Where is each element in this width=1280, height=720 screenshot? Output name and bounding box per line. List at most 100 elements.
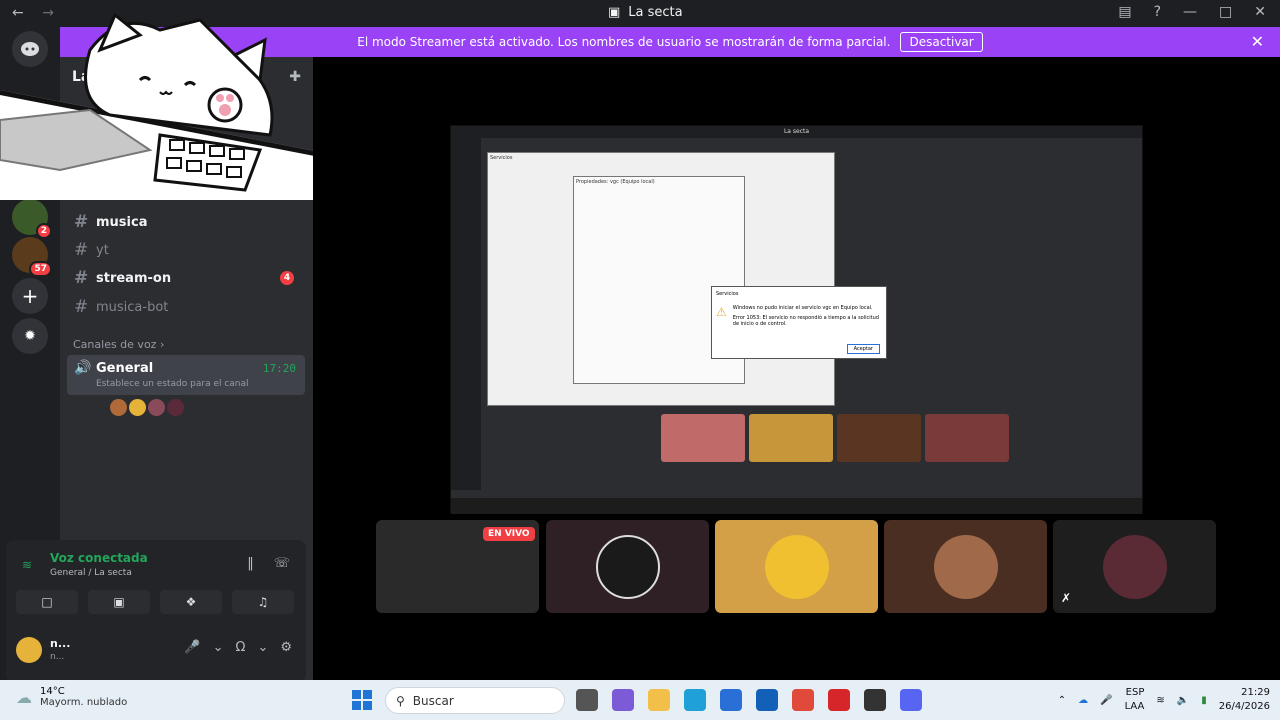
gear-icon[interactable]: ⚙ bbox=[280, 640, 292, 655]
headphones-icon[interactable]: Ω bbox=[236, 640, 246, 655]
warning-icon: ⚠ bbox=[716, 305, 727, 319]
user-row: n... n... 🎤 ⌄ Ω ⌄ ⚙ bbox=[16, 634, 306, 668]
avatar[interactable] bbox=[16, 637, 42, 663]
participant-tile-stream[interactable]: EN VIVO bbox=[376, 520, 539, 613]
search-box[interactable]: ⚲ Buscar bbox=[385, 687, 565, 714]
avatar bbox=[764, 534, 829, 599]
avatar[interactable] bbox=[110, 399, 127, 416]
add-server-icon[interactable]: + bbox=[12, 278, 48, 314]
search-placeholder: Buscar bbox=[412, 693, 454, 708]
battery-icon[interactable]: ▮ bbox=[1201, 695, 1207, 706]
disconnect-icon[interactable]: ☏ bbox=[274, 556, 290, 571]
help-icon[interactable]: ? bbox=[1154, 4, 1161, 20]
minimize-icon[interactable]: — bbox=[1183, 4, 1197, 20]
signal-icon[interactable]: ≋ bbox=[22, 558, 32, 572]
close-icon[interactable]: ✕ bbox=[1251, 32, 1264, 51]
taskbar-apps bbox=[576, 689, 922, 711]
microphone-icon[interactable]: 🎤 bbox=[1100, 695, 1112, 706]
channel-yt[interactable]: # yt bbox=[74, 238, 304, 262]
edge-icon[interactable] bbox=[684, 689, 706, 711]
volume-icon[interactable]: 🔈 bbox=[1177, 695, 1189, 706]
window-title: ▣ La secta bbox=[608, 5, 683, 20]
date: 26/4/2026 bbox=[1218, 701, 1270, 712]
channel-label: stream-on bbox=[96, 270, 172, 286]
stream-taskbar bbox=[451, 498, 1142, 514]
task-view-icon[interactable] bbox=[576, 689, 598, 711]
server-icon[interactable]: 2 bbox=[12, 199, 52, 239]
store-icon[interactable] bbox=[720, 689, 742, 711]
avatar[interactable] bbox=[148, 399, 165, 416]
channel-status-input[interactable]: Establece un estado para el canal bbox=[96, 379, 249, 389]
server-icon[interactable]: 57 bbox=[12, 237, 52, 277]
participant-tile[interactable] bbox=[546, 520, 709, 613]
voice-actions: ‖ ☏ bbox=[247, 556, 290, 571]
bongo-cat-image bbox=[0, 12, 335, 200]
stream-tiles bbox=[661, 414, 1009, 462]
user-panel: ≋ Voz conectada General / La secta ‖ ☏ □… bbox=[6, 540, 306, 682]
participant-tile[interactable] bbox=[884, 520, 1047, 613]
deactivate-button[interactable]: Desactivar bbox=[900, 32, 983, 52]
streamer-message: El modo Streamer está activado. Los nomb… bbox=[357, 35, 891, 49]
username[interactable]: n... bbox=[50, 637, 70, 650]
chrome-icon[interactable] bbox=[792, 689, 814, 711]
wifi-icon[interactable]: ≋ bbox=[1156, 695, 1164, 706]
microphone-icon[interactable]: 🎤 bbox=[184, 640, 200, 655]
onedrive-icon[interactable]: ☁ bbox=[1078, 695, 1088, 706]
channel-musica[interactable]: # musica bbox=[74, 210, 304, 234]
discord-icon[interactable] bbox=[900, 689, 922, 711]
avatar bbox=[933, 534, 998, 599]
wps-icon[interactable] bbox=[828, 689, 850, 711]
noise-suppression-icon[interactable]: ‖ bbox=[247, 556, 254, 571]
time: 21:29 bbox=[1241, 687, 1270, 698]
stream-tile bbox=[749, 414, 833, 462]
screen-share-button[interactable]: ▣ bbox=[88, 590, 150, 614]
soundboard-button[interactable]: ♫ bbox=[232, 590, 294, 614]
avatar[interactable] bbox=[167, 399, 184, 416]
voice-user-list bbox=[110, 399, 184, 416]
speaker-icon: 🔊 bbox=[74, 360, 92, 376]
file-explorer-icon[interactable] bbox=[648, 689, 670, 711]
screen-share-stream[interactable]: La secta Servicios Propiedades: vgc (Equ… bbox=[450, 125, 1143, 514]
clock[interactable]: 21:29 26/4/2026 bbox=[1219, 686, 1270, 714]
voice-channel-general[interactable]: 🔊 General 17:20 Establece un estado para… bbox=[67, 355, 305, 395]
cloud-icon: ☁ bbox=[16, 687, 32, 707]
stream-tile bbox=[925, 414, 1009, 462]
camera-off-button[interactable]: □ bbox=[16, 590, 78, 614]
discover-icon[interactable]: ✹ bbox=[12, 318, 48, 354]
channel-label: yt bbox=[96, 242, 109, 258]
avatar[interactable] bbox=[129, 399, 146, 416]
app-icon[interactable] bbox=[864, 689, 886, 711]
muted-mic-icon: ✗ bbox=[1061, 591, 1072, 605]
start-button[interactable] bbox=[352, 690, 372, 710]
chevron-down-icon[interactable]: ⌄ bbox=[257, 640, 268, 655]
channel-stream-on[interactable]: # stream-on 4 bbox=[74, 266, 304, 290]
hash-icon: # bbox=[74, 268, 89, 288]
temperature: 14°C bbox=[40, 686, 65, 697]
chevron-down-icon[interactable]: ⌄ bbox=[213, 640, 224, 655]
channel-label: musica-bot bbox=[96, 299, 169, 315]
close-icon[interactable]: ✕ bbox=[1254, 4, 1266, 20]
stream-server-rail bbox=[451, 138, 481, 490]
activities-button[interactable]: ❖ bbox=[160, 590, 222, 614]
maximize-icon[interactable]: □ bbox=[1219, 4, 1232, 20]
participant-tile[interactable]: ✗ bbox=[1053, 520, 1216, 613]
user-status: n... bbox=[50, 652, 65, 662]
voice-connected-subtitle[interactable]: General / La secta bbox=[50, 568, 132, 578]
weather-widget[interactable]: ☁ 14°C Mayorm. nublado bbox=[16, 686, 127, 708]
avatar bbox=[1102, 534, 1167, 599]
channel-musica-bot[interactable]: # musica-bot bbox=[74, 295, 304, 319]
stream-title: La secta bbox=[451, 126, 1142, 138]
live-badge: EN VIVO bbox=[483, 527, 535, 541]
stream-tile bbox=[837, 414, 921, 462]
participant-tile[interactable] bbox=[715, 520, 878, 613]
language-indicator[interactable]: ESP LAA bbox=[1125, 686, 1145, 714]
outlook-icon[interactable] bbox=[756, 689, 778, 711]
voice-category[interactable]: Canales de voz › bbox=[73, 338, 164, 351]
properties-title: Propiedades: vgc (Equipo local) bbox=[576, 179, 655, 185]
chevron-up-icon[interactable]: ⌃ bbox=[1058, 695, 1066, 706]
windows-taskbar: ☁ 14°C Mayorm. nublado ⚲ Buscar ⌃ ☁ 🎤 ES… bbox=[0, 680, 1280, 720]
inbox-icon[interactable]: ▤ bbox=[1118, 4, 1131, 20]
copilot-icon[interactable] bbox=[612, 689, 634, 711]
dialog-text: Windows no pudo iniciar el servicio vgc … bbox=[732, 305, 873, 311]
voice-buttons: □ ▣ ❖ ♫ bbox=[16, 590, 294, 614]
